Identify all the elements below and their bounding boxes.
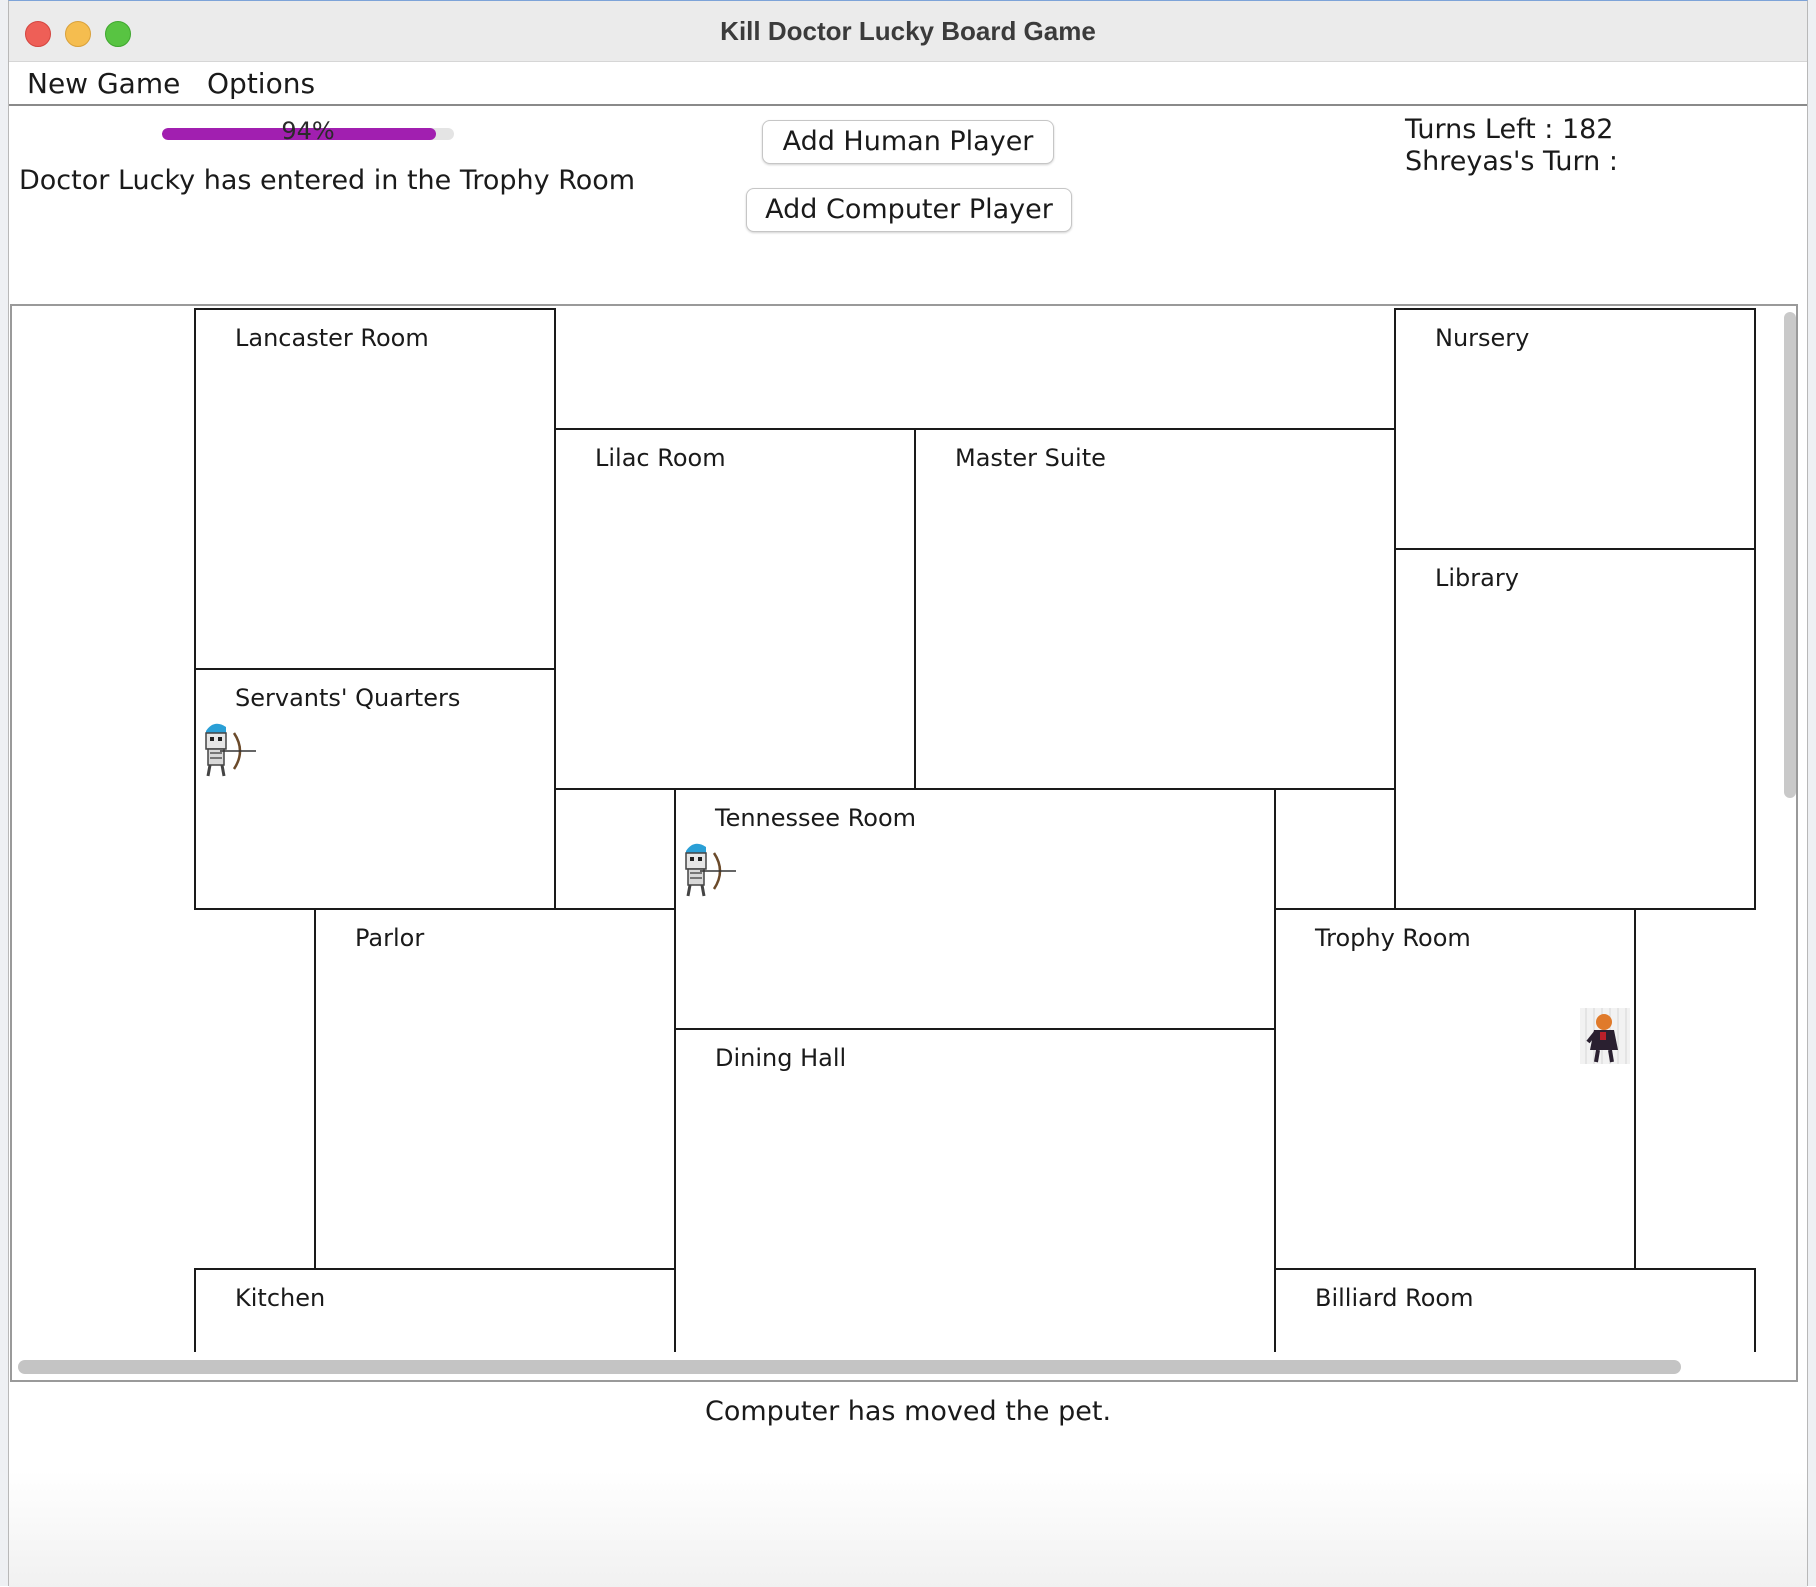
horizontal-scrollbar[interactable] bbox=[18, 1360, 1681, 1374]
room-lancaster-room[interactable]: Lancaster Room bbox=[194, 308, 556, 670]
room-label: Dining Hall bbox=[715, 1044, 846, 1072]
room-label: Parlor bbox=[355, 924, 424, 952]
room-parlor[interactable]: Parlor bbox=[314, 908, 676, 1270]
game-board[interactable]: Lancaster Room Nursery Lilac Room Master… bbox=[10, 304, 1798, 1382]
board-map: Lancaster Room Nursery Lilac Room Master… bbox=[194, 308, 1756, 1352]
doctor-location-status: Doctor Lucky has entered in the Trophy R… bbox=[19, 165, 636, 196]
room-tennessee-room[interactable]: Tennessee Room bbox=[674, 788, 1276, 1030]
room-label: Servants' Quarters bbox=[235, 684, 460, 712]
room-dining-hall[interactable]: Dining Hall bbox=[674, 1028, 1276, 1352]
current-turn-label: Shreyas's Turn : bbox=[1405, 146, 1618, 177]
bottom-panel bbox=[9, 1471, 1807, 1587]
room-billiard-room[interactable]: Billiard Room bbox=[1274, 1268, 1756, 1352]
turns-left-label: Turns Left : 182 bbox=[1405, 114, 1614, 145]
room-label: Lilac Room bbox=[595, 444, 726, 472]
room-label: Trophy Room bbox=[1314, 924, 1471, 952]
room-label: Master Suite bbox=[955, 444, 1106, 472]
progress-label: 94% bbox=[281, 117, 335, 145]
menu-bar: New Game Options bbox=[9, 62, 1807, 106]
room-library[interactable]: Library bbox=[1394, 548, 1756, 910]
room-nursery[interactable]: Nursery bbox=[1394, 308, 1756, 550]
title-bar: Kill Doctor Lucky Board Game bbox=[9, 1, 1807, 62]
room-lilac-room[interactable]: Lilac Room bbox=[554, 428, 916, 790]
skeleton-archer-player-icon[interactable] bbox=[685, 843, 736, 897]
doctor-lucky-character-icon bbox=[1580, 1008, 1630, 1064]
vertical-scrollbar[interactable] bbox=[1784, 312, 1796, 798]
game-window: Kill Doctor Lucky Board Game New Game Op… bbox=[8, 0, 1808, 1587]
room-label: Lancaster Room bbox=[235, 324, 429, 352]
room-label: Billiard Room bbox=[1315, 1284, 1474, 1312]
background-desktop-right bbox=[1808, 0, 1816, 1586]
room-master-suite[interactable]: Master Suite bbox=[914, 428, 1396, 790]
room-servants-quarters[interactable]: Servants' Quarters bbox=[194, 668, 556, 910]
menu-options[interactable]: Options bbox=[203, 67, 319, 100]
add-computer-player-button[interactable]: Add Computer Player bbox=[746, 188, 1072, 232]
add-human-player-button[interactable]: Add Human Player bbox=[762, 120, 1054, 164]
menu-new-game[interactable]: New Game bbox=[23, 67, 184, 100]
window-title: Kill Doctor Lucky Board Game bbox=[720, 16, 1096, 46]
room-kitchen[interactable]: Kitchen bbox=[194, 1268, 676, 1352]
skeleton-archer-player-icon[interactable] bbox=[205, 723, 256, 777]
room-label: Library bbox=[1435, 564, 1519, 592]
room-label: Nursery bbox=[1435, 324, 1529, 352]
action-message: Computer has moved the pet. bbox=[704, 1396, 1112, 1427]
room-trophy-room[interactable]: Trophy Room bbox=[1274, 908, 1636, 1270]
room-label: Tennessee Room bbox=[714, 804, 916, 832]
room-label: Kitchen bbox=[235, 1284, 325, 1312]
